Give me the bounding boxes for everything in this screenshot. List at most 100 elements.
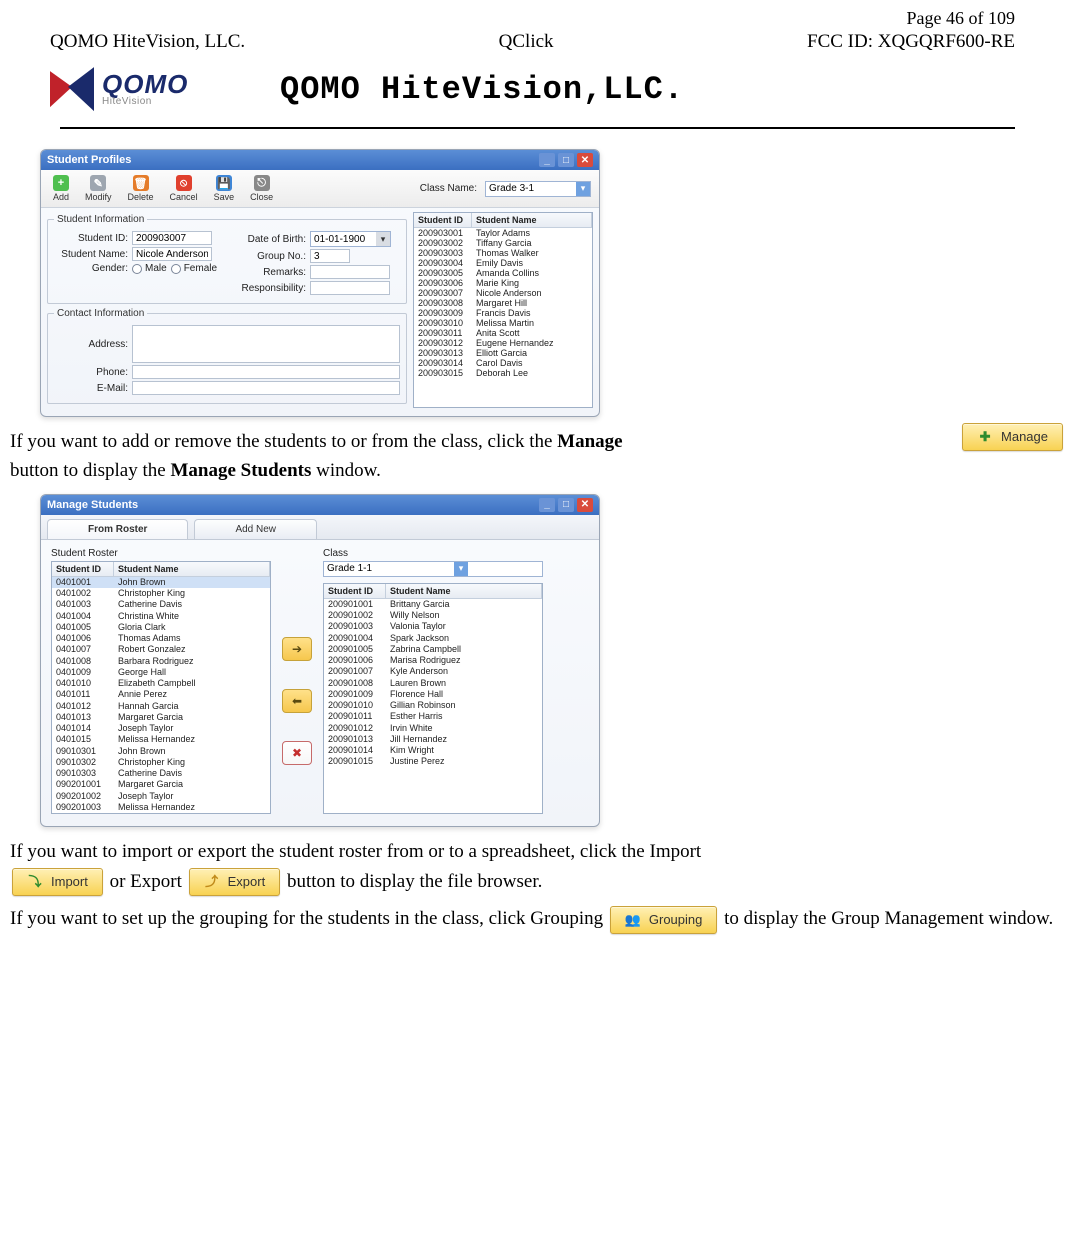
table-row[interactable]: 200901002Willy Nelson [324,610,542,621]
table-row[interactable]: 200901004Spark Jackson [324,633,542,644]
minimize-button[interactable]: _ [539,498,555,512]
table-row[interactable]: 0401008Barbara Rodriguez [52,656,270,667]
col-student-name[interactable]: Student Name [386,584,542,598]
grouping-button[interactable]: 👥 Grouping [610,906,717,934]
table-row[interactable]: 200903013Elliott Garcia [414,348,592,358]
table-row[interactable]: 200901015Justine Perez [324,756,542,767]
table-row[interactable]: 200901009Florence Hall [324,689,542,700]
table-row[interactable]: 200901008Lauren Brown [324,678,542,689]
dob-input[interactable]: ▾ [310,231,391,247]
table-row[interactable]: 0401005Gloria Clark [52,622,270,633]
remarks-input[interactable] [310,265,390,279]
modify-button[interactable]: ✎Modify [81,174,116,203]
class-table[interactable]: Student ID Student Name 200901001Brittan… [323,583,543,814]
paragraph-grouping: If you want to set up the grouping for t… [10,904,1065,934]
table-row[interactable]: 200903009Francis Davis [414,308,592,318]
table-row[interactable]: 090201001Margaret Garcia [52,779,270,790]
table-row[interactable]: 200903005Amanda Collins [414,268,592,278]
table-row[interactable]: 200903007Nicole Anderson [414,288,592,298]
table-row[interactable]: 200903004Emily Davis [414,258,592,268]
table-row[interactable]: 090201002Joseph Taylor [52,791,270,802]
table-row[interactable]: 200901014Kim Wright [324,745,542,756]
table-row[interactable]: 09010303Catherine Davis [52,768,270,779]
table-row[interactable]: 0401001John Brown [52,577,270,588]
table-row[interactable]: 09010301John Brown [52,746,270,757]
table-row[interactable]: 0401002Christopher King [52,588,270,599]
remove-button[interactable]: ✖ [282,741,312,765]
group-icon: 👥 [625,912,641,928]
tab-add-new[interactable]: Add New [194,519,317,539]
student-table[interactable]: Student ID Student Name 200903001Taylor … [413,212,593,408]
move-left-button[interactable]: ⬅ [282,689,312,713]
email-input[interactable] [132,381,400,395]
table-row[interactable]: 0401010Elizabeth Campbell [52,678,270,689]
class-select[interactable]: ▾ [323,561,543,577]
class-select-input[interactable] [324,562,454,576]
manage-button[interactable]: ✚ Manage [962,423,1063,451]
class-name-input[interactable] [486,182,576,196]
table-row[interactable]: 200903011Anita Scott [414,328,592,338]
table-row[interactable]: 200903002Tiffany Garcia [414,238,592,248]
maximize-button[interactable]: □ [558,153,574,167]
add-button[interactable]: +Add [49,174,73,203]
gender-male-radio[interactable]: Male [132,263,167,274]
roster-table[interactable]: Student ID Student Name 0401001John Brow… [51,561,271,814]
table-row[interactable]: 200903010Melissa Martin [414,318,592,328]
cancel-button[interactable]: ⦸Cancel [166,174,202,203]
cell-id: 200903011 [414,328,472,338]
col-student-name[interactable]: Student Name [472,213,592,227]
table-row[interactable]: 0401003Catherine Davis [52,599,270,610]
table-row[interactable]: 200901005Zabrina Campbell [324,644,542,655]
table-row[interactable]: 200901007Kyle Anderson [324,666,542,677]
table-row[interactable]: 200901010Gillian Robinson [324,700,542,711]
table-row[interactable]: 0401011Annie Perez [52,689,270,700]
table-row[interactable]: 200903015Deborah Lee [414,368,592,378]
group-input[interactable] [310,249,350,263]
table-row[interactable]: 0401013Margaret Garcia [52,712,270,723]
table-row[interactable]: 200901003Valonia Taylor [324,621,542,632]
col-student-name[interactable]: Student Name [114,562,270,576]
table-row[interactable]: 0401015Melissa Hernandez [52,734,270,745]
table-row[interactable]: 200901011Esther Harris [324,711,542,722]
export-button[interactable]: ⤴ Export [189,868,281,896]
move-right-button[interactable]: ➔ [282,637,312,661]
save-button[interactable]: 💾Save [210,174,239,203]
close-toolbar-button[interactable]: ⎋Close [246,174,277,203]
table-row[interactable]: 0401007Robert Gonzalez [52,644,270,655]
table-row[interactable]: 200903012Eugene Hernandez [414,338,592,348]
table-row[interactable]: 200903006Marie King [414,278,592,288]
table-row[interactable]: 09010302Christopher King [52,757,270,768]
maximize-button[interactable]: □ [558,498,574,512]
table-row[interactable]: 200901001Brittany Garcia [324,599,542,610]
student-name-input[interactable] [132,247,212,261]
table-row[interactable]: 200901013Jill Hernandez [324,734,542,745]
address-input[interactable] [132,325,400,363]
close-button[interactable]: ✕ [577,153,593,167]
student-id-input[interactable] [132,231,212,245]
table-row[interactable]: 0401006Thomas Adams [52,633,270,644]
table-row[interactable]: 0401012Hannah Garcia [52,701,270,712]
x-icon: ✖ [292,746,302,760]
table-row[interactable]: 200903008Margaret Hill [414,298,592,308]
class-name-select[interactable]: ▾ [485,181,591,197]
tab-from-roster[interactable]: From Roster [47,519,188,539]
table-row[interactable]: 0401009George Hall [52,667,270,678]
table-row[interactable]: 0401014Joseph Taylor [52,723,270,734]
col-student-id[interactable]: Student ID [52,562,114,576]
table-row[interactable]: 0401004Christina White [52,611,270,622]
table-row[interactable]: 200901006Marisa Rodriguez [324,655,542,666]
import-button[interactable]: ⤵ Import [12,868,103,896]
delete-button[interactable]: 🗑Delete [124,174,158,203]
gender-female-radio[interactable]: Female [171,263,217,274]
table-row[interactable]: 200901012Irvin White [324,723,542,734]
col-student-id[interactable]: Student ID [324,584,386,598]
table-row[interactable]: 200903001Taylor Adams [414,228,592,238]
col-student-id[interactable]: Student ID [414,213,472,227]
table-row[interactable]: 200903014Carol Davis [414,358,592,368]
minimize-button[interactable]: _ [539,153,555,167]
close-button[interactable]: ✕ [577,498,593,512]
phone-input[interactable] [132,365,400,379]
table-row[interactable]: 200903003Thomas Walker [414,248,592,258]
table-row[interactable]: 090201003Melissa Hernandez [52,802,270,813]
responsibility-input[interactable] [310,281,390,295]
